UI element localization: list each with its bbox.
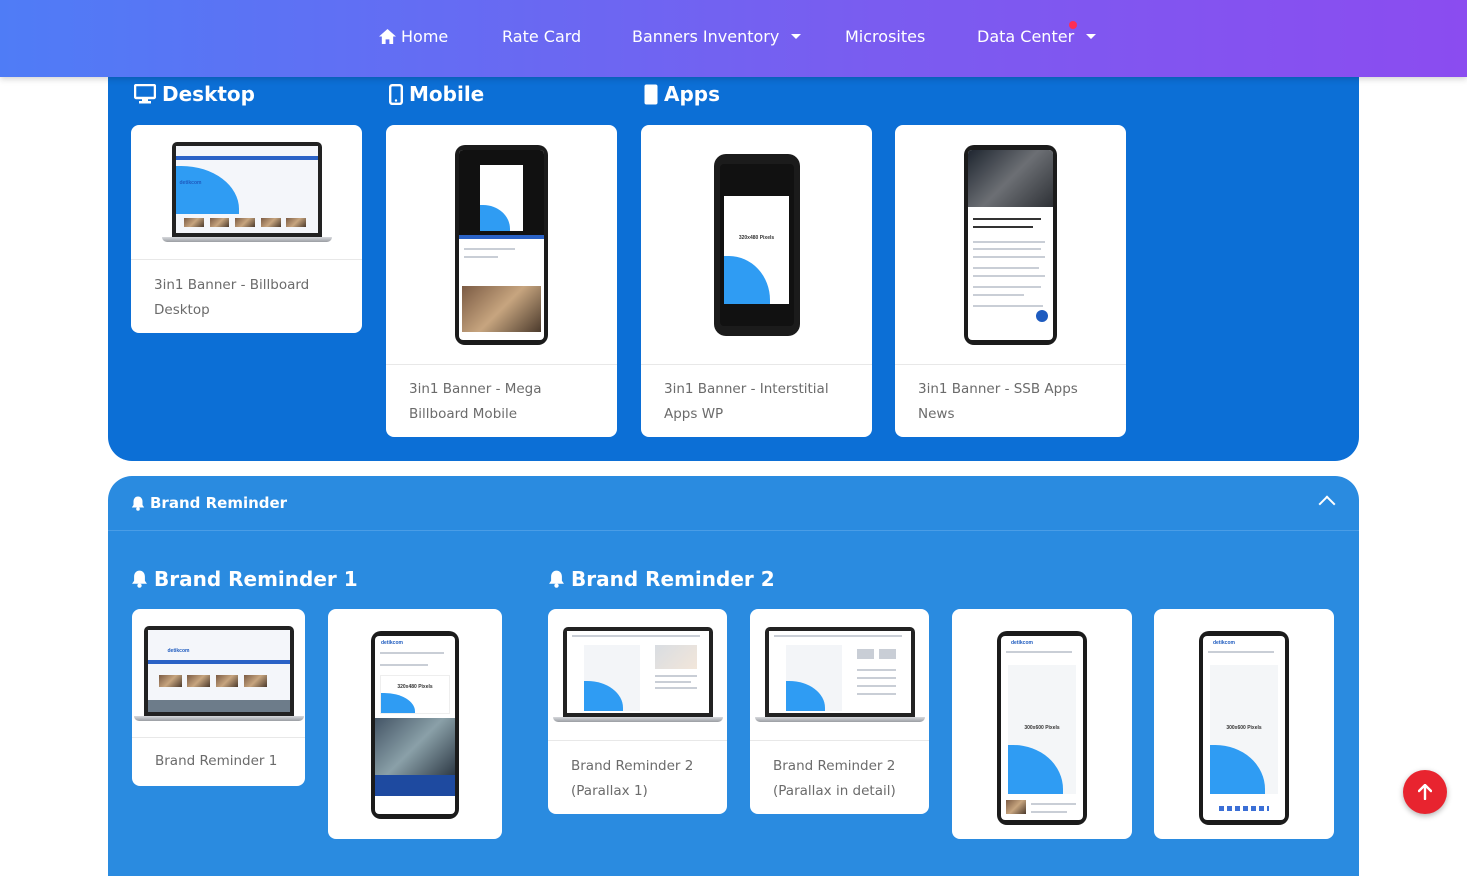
monitor-icon	[134, 84, 156, 104]
card-caption: 3in1 Banner - Interstitial Apps WP	[664, 381, 829, 422]
card-thumbnail: detikcom	[131, 125, 362, 260]
bell-icon	[132, 570, 147, 588]
phone-icon	[389, 83, 403, 105]
top-navbar: Home Rate Card Banners Inventory Microsi…	[0, 0, 1467, 77]
pixels-label: 320x480 Pixels	[397, 683, 433, 690]
nav-data-center[interactable]: Data Center	[977, 27, 1097, 46]
card-thumbnail	[548, 609, 727, 741]
laptop-mockup	[552, 627, 723, 722]
brand-text: detikcom	[1213, 640, 1235, 646]
section-mobile-label: Mobile	[409, 82, 485, 106]
brand-reminder-header[interactable]: Brand Reminder	[108, 476, 1359, 531]
laptop-mockup: detikcom	[133, 625, 304, 721]
card-caption: Brand Reminder 1	[155, 753, 278, 769]
caret-down-icon	[791, 34, 802, 39]
notification-dot	[1069, 21, 1077, 29]
banner-category-panel: Desktop Mobile Apps detikcom 3in1 Banner…	[108, 40, 1359, 461]
section-desktop-label: Desktop	[162, 82, 255, 106]
nav-microsites[interactable]: Microsites	[845, 27, 925, 46]
card-thumbnail: detikcom	[132, 609, 305, 738]
nav-data-center-label: Data Center	[977, 27, 1075, 46]
banner-card-interstitial-apps-wp[interactable]: 320x480 Pixels 3in1 Banner - Interstitia…	[641, 125, 872, 437]
pixels-label: 300x600 Pixels	[1226, 724, 1262, 731]
banner-card-ssb-apps-news[interactable]: 3in1 Banner - SSB Apps News	[895, 125, 1126, 437]
tablet-icon	[644, 84, 658, 104]
brand-reminder-2-mobile-card-2[interactable]: detikcom 300x600 Pixels	[1154, 609, 1334, 839]
card-thumbnail: 320x480 Pixels	[641, 125, 872, 365]
brand-reminder-card-parallax-1[interactable]: Brand Reminder 2 (Parallax 1)	[548, 609, 727, 814]
section-apps-title: Apps	[644, 82, 720, 106]
home-icon	[379, 28, 396, 45]
nav-home-label: Home	[401, 27, 449, 46]
card-thumbnail: detikcom 300x600 Pixels	[1154, 609, 1334, 834]
card-thumbnail: detikcom 300x600 Pixels	[952, 609, 1132, 834]
scroll-to-top-button[interactable]	[1403, 770, 1447, 814]
banner-card-mega-billboard-mobile[interactable]: 3in1 Banner - Mega Billboard Mobile	[386, 125, 617, 437]
card-thumbnail: detikcom 320x480 Pixels	[328, 609, 502, 834]
card-thumbnail	[750, 609, 929, 741]
card-caption: 3in1 Banner - Mega Billboard Mobile	[409, 381, 542, 422]
card-caption: 3in1 Banner - SSB Apps News	[918, 381, 1078, 422]
phone-mockup	[964, 144, 1057, 345]
bell-icon	[131, 496, 145, 511]
phone-mockup	[455, 144, 548, 345]
arrow-up-icon	[1418, 784, 1432, 800]
brand-text: detikcom	[381, 640, 403, 646]
brand-reminder-title: Brand Reminder	[131, 494, 287, 512]
caret-down-icon	[1086, 34, 1097, 39]
phone-mockup: detikcom 320x480 Pixels	[371, 631, 459, 819]
phone-mockup: detikcom 300x600 Pixels	[1199, 631, 1289, 825]
laptop-mockup	[754, 627, 925, 722]
nav-rate-card-label: Rate Card	[502, 27, 582, 46]
bell-icon	[549, 570, 564, 588]
group-brand-reminder-2-label: Brand Reminder 2	[571, 567, 775, 591]
brand-reminder-label: Brand Reminder	[150, 494, 288, 512]
nav-microsites-label: Microsites	[845, 27, 926, 46]
nav-rate-card[interactable]: Rate Card	[502, 27, 581, 46]
brand-text: detikcom	[167, 647, 190, 654]
group-brand-reminder-2-title: Brand Reminder 2	[548, 567, 775, 591]
phone-mockup: detikcom 300x600 Pixels	[997, 631, 1087, 825]
nav-banners-inventory[interactable]: Banners Inventory	[632, 27, 802, 46]
banner-card-billboard-desktop[interactable]: detikcom 3in1 Banner - Billboard Desktop	[131, 125, 362, 333]
brand-reminder-card-mobile[interactable]: detikcom 320x480 Pixels	[328, 609, 502, 839]
brand-reminder-2-mobile-card-1[interactable]: detikcom 300x600 Pixels	[952, 609, 1132, 839]
phone-mockup: 320x480 Pixels	[713, 153, 800, 336]
card-caption: 3in1 Banner - Billboard Desktop	[154, 277, 310, 318]
card-thumbnail	[386, 125, 617, 365]
card-caption: Brand Reminder 2 (Parallax 1)	[571, 758, 694, 799]
brand-text: detikcom	[1011, 640, 1033, 646]
card-thumbnail	[895, 125, 1126, 365]
nav-banners-inventory-label: Banners Inventory	[632, 27, 780, 46]
brand-reminder-panel: Brand Reminder Brand Reminder 1 Brand Re…	[108, 476, 1359, 876]
group-brand-reminder-1-title: Brand Reminder 1	[131, 567, 358, 591]
section-apps-label: Apps	[664, 82, 721, 106]
chevron-up-icon[interactable]	[1318, 495, 1336, 513]
section-desktop-title: Desktop	[134, 82, 255, 106]
section-mobile-title: Mobile	[389, 82, 484, 106]
brand-reminder-card-1[interactable]: detikcom Brand Reminder 1	[132, 609, 305, 786]
card-caption: Brand Reminder 2 (Parallax in detail)	[773, 758, 896, 799]
brand-reminder-card-parallax-detail[interactable]: Brand Reminder 2 (Parallax in detail)	[750, 609, 929, 814]
brand-text: detikcom	[179, 180, 202, 186]
group-brand-reminder-1-label: Brand Reminder 1	[154, 567, 358, 591]
nav-home[interactable]: Home	[378, 27, 448, 46]
pixels-label: 300x600 Pixels	[1024, 724, 1060, 731]
pixels-label: 320x480 Pixels	[738, 234, 775, 241]
laptop-mockup: detikcom	[161, 142, 332, 242]
